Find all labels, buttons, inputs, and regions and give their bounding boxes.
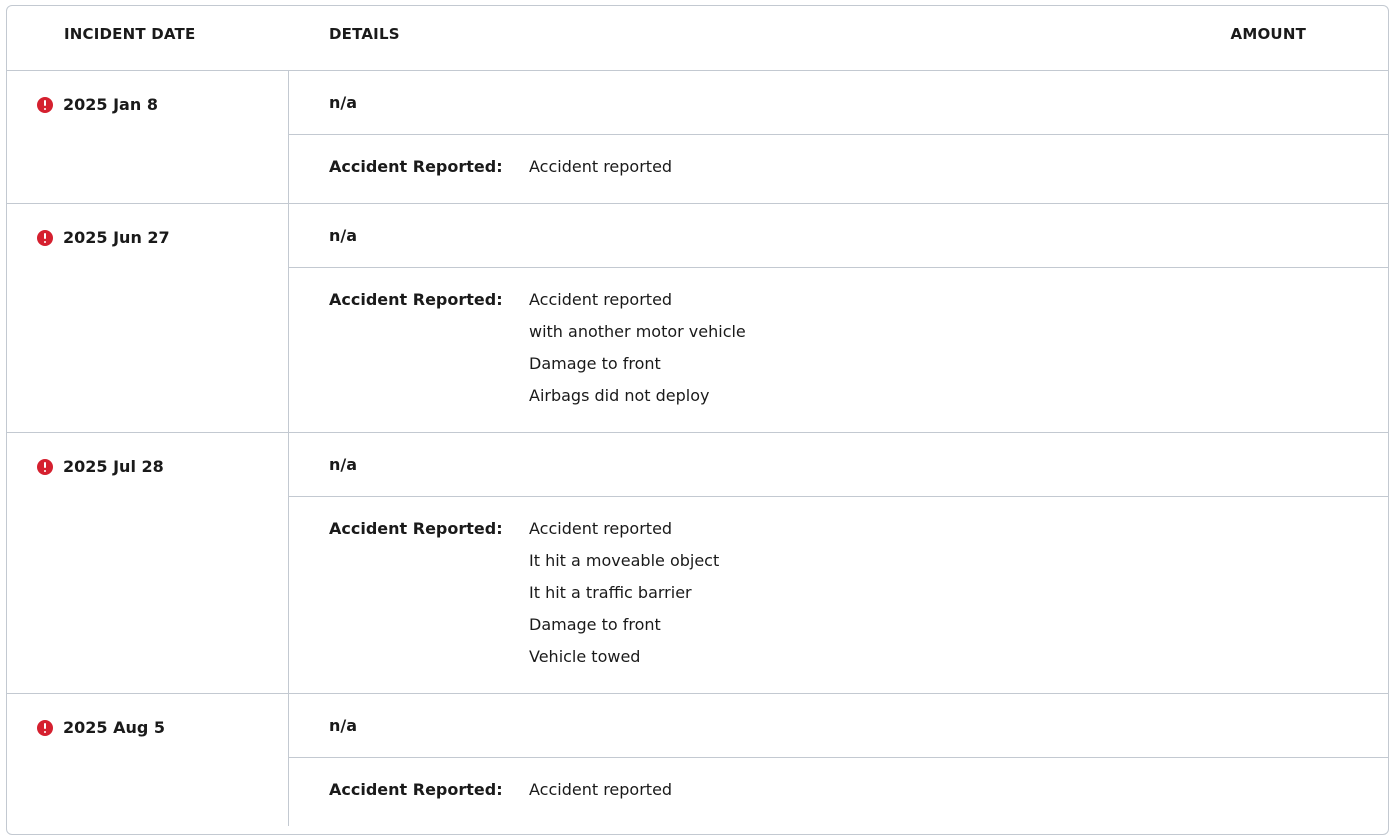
incident-row: 2025 Aug 5 n/a Accident Reported: Accide… [7, 694, 1388, 826]
incident-row: 2025 Jun 27 n/a Accident Reported: Accid… [7, 204, 1388, 433]
alert-icon [37, 229, 53, 246]
table-header: INCIDENT DATE DETAILS AMOUNT [7, 6, 1388, 71]
report-line: Accident reported [529, 290, 673, 309]
alert-icon [37, 96, 53, 113]
incident-date: 2025 Jan 8 [63, 95, 158, 114]
column-header-amount: AMOUNT [1230, 25, 1306, 43]
accident-reported-label: Accident Reported: [329, 780, 503, 799]
accident-report-lines: Accident reported It hit a moveable obje… [529, 513, 719, 673]
report-line: It hit a traffic barrier [529, 583, 692, 602]
incident-details-cell: n/a Accident Reported: Accident reported [289, 694, 1388, 826]
accident-report-row: Accident Reported: Accident reported [289, 758, 1388, 826]
details-summary: n/a [329, 455, 358, 474]
incident-date-cell: 2025 Jun 27 [7, 204, 289, 432]
incident-date-cell: 2025 Jan 8 [7, 71, 289, 203]
details-summary-row: n/a [289, 433, 1388, 497]
report-line: Damage to front [529, 615, 661, 634]
details-summary-row: n/a [289, 694, 1388, 758]
incident-date-cell: 2025 Jul 28 [7, 433, 289, 693]
accident-report-lines: Accident reported [529, 774, 672, 806]
details-summary-row: n/a [289, 71, 1388, 135]
report-line: Airbags did not deploy [529, 386, 710, 405]
alert-icon [37, 719, 53, 736]
incident-table: INCIDENT DATE DETAILS AMOUNT 2025 Jan 8 … [6, 5, 1389, 835]
report-line: Damage to front [529, 354, 661, 373]
incident-row: 2025 Jul 28 n/a Accident Reported: Accid… [7, 433, 1388, 694]
report-line: Vehicle towed [529, 647, 641, 666]
details-summary: n/a [329, 226, 358, 245]
report-line: Accident reported [529, 519, 673, 538]
report-line: It hit a moveable object [529, 551, 720, 570]
incident-date: 2025 Jun 27 [63, 228, 170, 247]
alert-icon [37, 458, 53, 475]
accident-report-row: Accident Reported: Accident reported [289, 135, 1388, 203]
details-summary-row: n/a [289, 204, 1388, 268]
incident-date: 2025 Aug 5 [63, 718, 166, 737]
column-header-details: DETAILS [329, 25, 400, 43]
accident-reported-label: Accident Reported: [329, 290, 503, 309]
incident-details-cell: n/a Accident Reported: Accident reported… [289, 433, 1388, 693]
incident-details-cell: n/a Accident Reported: Accident reported [289, 71, 1388, 203]
incident-row: 2025 Jan 8 n/a Accident Reported: Accide… [7, 71, 1388, 204]
incident-details-cell: n/a Accident Reported: Accident reported… [289, 204, 1388, 432]
accident-report-lines: Accident reported with another motor veh… [529, 284, 746, 412]
accident-report-row: Accident Reported: Accident reported wit… [289, 268, 1388, 432]
report-line: Accident reported [529, 780, 673, 799]
details-summary: n/a [329, 716, 358, 735]
accident-reported-label: Accident Reported: [329, 157, 503, 176]
column-header-incident-date: INCIDENT DATE [64, 25, 196, 43]
report-line: Accident reported [529, 157, 673, 176]
accident-report-row: Accident Reported: Accident reported It … [289, 497, 1388, 693]
accident-reported-label: Accident Reported: [329, 519, 503, 538]
incident-date-cell: 2025 Aug 5 [7, 694, 289, 826]
accident-report-lines: Accident reported [529, 151, 672, 183]
report-line: with another motor vehicle [529, 322, 746, 341]
incident-date: 2025 Jul 28 [63, 457, 164, 476]
details-summary: n/a [329, 93, 358, 112]
